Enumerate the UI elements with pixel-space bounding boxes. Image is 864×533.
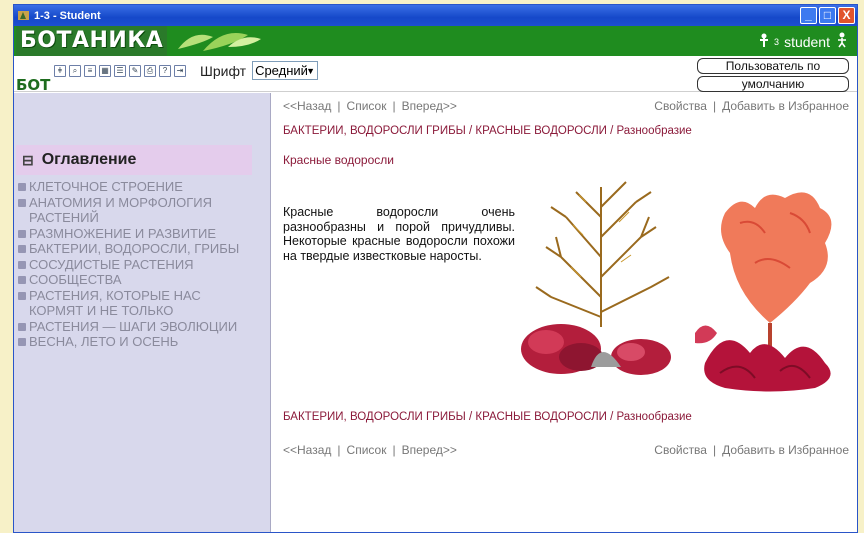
window-title: 1-3 - Student [34,9,101,22]
main-content: <<Назад | Список | Вперед>> Свойства | Добавит… [271,93,857,532]
toc-item[interactable]: СОСУДИСТЫЕ РАСТЕНИЯ [18,257,248,273]
list-link[interactable]: Список [347,443,387,457]
toc-item[interactable]: РАСТЕНИЯ — ШАГИ ЭВОЛЮЦИИ [18,319,248,335]
user-superscript: 3 [774,36,780,47]
toc-item[interactable]: АНАТОМИЯ И МОРФОЛОГИЯ РАСТЕНИЙ [18,195,248,226]
minimize-button[interactable]: _ [800,7,817,24]
breadcrumb-bottom[interactable]: БАКТЕРИИ, ВОДОРОСЛИ ГРИБЫ / КРАСНЫЕ ВОДО… [283,411,849,423]
toc-header[interactable]: ⊟ Оглавление [16,145,252,175]
description-text: Красные водоросли очень разнообразны и п… [283,205,515,263]
toc-list: КЛЕТОЧНОЕ СТРОЕНИЕ АНАТОМИЯ И МОРФОЛОГИЯ… [14,179,270,350]
properties-link[interactable]: Свойства [654,99,707,113]
red-alga-image [695,192,832,392]
toc-item[interactable]: РАЗМНОЖЕНИЕ И РАЗВИТИЕ [18,226,248,242]
toc-item-label: АНАТОМИЯ И МОРФОЛОГИЯ РАСТЕНИЙ [29,194,213,226]
maximize-button[interactable]: □ [819,7,836,24]
list-link[interactable]: Список [347,99,387,113]
font-size-value: Средний [255,63,308,78]
content-row: Красные водоросли очень разнообразны и п… [283,181,849,397]
print-icon[interactable]: ⎙ [144,64,156,77]
toc-item-label: СООБЩЕСТВА [29,272,122,287]
user-figure-icon [759,33,769,50]
book-icon [18,276,26,284]
toc-item-label: КЛЕТОЧНОЕ СТРОЕНИЕ [29,179,183,194]
app-banner: БОТАНИКА 3 student [14,26,857,56]
nav-separator: | [712,99,717,113]
toc-item-label: СОСУДИСТЫЕ РАСТЕНИЯ [29,256,194,272]
nav-separator: | [337,99,341,113]
user-profile-line1[interactable]: Пользователь по [697,58,849,74]
toc-item[interactable]: ВЕСНА, ЛЕТО И ОСЕНЬ [18,334,248,350]
user-profile-line2[interactable]: умолчанию [697,76,849,92]
app-window: 1-3 - Student _ □ X БОТАНИКА 3 student Б… [13,4,858,533]
brand-fragment: БОТ [16,76,51,92]
book-icon [18,245,26,253]
nav-separator: | [392,99,396,113]
toolbar-icons: ǂ ⌕ ≡ ▦ ☰ ✎ ⎙ ? ⇥ [54,64,186,77]
toc-item[interactable]: РАСТЕНИЯ, КОТОРЫЕ НАС КОРМЯТ И НЕ ТОЛЬКО [18,288,248,319]
chevron-down-icon: ▼ [306,66,316,76]
book-icon [18,183,26,191]
toc-item-label: РАСТЕНИЯ, КОТОРЫЕ НАС КОРМЯТ И НЕ ТОЛЬКО [29,287,201,319]
brand-logo: БОТАНИКА [16,26,168,56]
nav-separator: | [712,443,717,457]
table-icon[interactable]: ▦ [99,64,111,77]
exit-icon[interactable]: ⇥ [174,64,186,77]
book-icon [18,322,26,331]
glossary-icon[interactable]: ☰ [114,64,126,77]
help-icon[interactable]: ? [159,64,171,77]
page-subtitle: Красные водоросли [283,153,394,167]
user-profile-box[interactable]: Пользователь по умолчанию [697,58,849,92]
add-favorites-link[interactable]: Добавить в Избранное [722,443,849,457]
leaves-decoration-icon [173,25,263,58]
forward-link[interactable]: Вперед>> [402,443,457,457]
search-icon[interactable]: ⌕ [69,64,81,77]
toolbar: БОТ ǂ ⌕ ≡ ▦ ☰ ✎ ⎙ ? ⇥ Шрифт Средний ▼ По… [14,56,857,92]
notes-icon[interactable]: ✎ [129,64,141,77]
banner-user: 3 student [759,32,849,51]
nav-separator: | [392,443,396,457]
book-icon [18,291,26,300]
toc-item-label: РАСТЕНИЯ — ШАГИ ЭВОЛЮЦИИ [29,318,238,334]
nav-row-bottom: <<Назад | Список | Вперед>> Свойства | Добавит… [283,443,849,457]
toc-item-label: РАЗМНОЖЕНИЕ И РАЗВИТИЕ [29,225,217,241]
nav-row-top: <<Назад | Список | Вперед>> Свойства | Добавит… [283,99,849,113]
brown-alga-image [521,181,671,375]
toc-title: Оглавление [41,151,137,168]
body-area: ⊟ Оглавление КЛЕТОЧНОЕ СТРОЕНИЕ АНАТОМИЯ… [14,93,857,532]
book-icon [18,338,26,346]
book-icon [18,198,26,207]
user-name: student [784,33,830,50]
toc-item[interactable]: СООБЩЕСТВА [18,272,248,288]
hierarchy-icon[interactable]: ǂ [54,64,66,77]
breadcrumb[interactable]: БАКТЕРИИ, ВОДОРОСЛИ ГРИБЫ / КРАСНЫЕ ВОДО… [283,125,849,137]
forward-link[interactable]: Вперед>> [402,99,457,113]
back-link[interactable]: <<Назад [283,443,331,457]
book-icon [18,229,26,238]
nav-links-left: <<Назад | Список | Вперед>> [283,99,457,113]
close-button[interactable]: X [838,7,855,24]
sidebar: ⊟ Оглавление КЛЕТОЧНОЕ СТРОЕНИЕ АНАТОМИЯ… [14,93,271,532]
nav-links-left: <<Назад | Список | Вперед>> [283,443,457,457]
nav-separator: | [337,443,341,457]
font-size-select[interactable]: Средний ▼ [252,61,319,80]
font-label: Шрифт [200,62,247,79]
back-link[interactable]: <<Назад [283,99,331,113]
title-bar[interactable]: 1-3 - Student _ □ X [14,5,857,26]
nav-links-right: Свойства | Добавить в Избранное [654,99,849,113]
book-icon [18,260,26,269]
toc-item[interactable]: КЛЕТОЧНОЕ СТРОЕНИЕ [18,179,248,195]
logout-icon[interactable] [835,32,849,51]
nav-links-right: Свойства | Добавить в Избранное [654,443,849,457]
properties-link[interactable]: Свойства [654,443,707,457]
toc-item[interactable]: БАКТЕРИИ, ВОДОРОСЛИ, ГРИБЫ [18,241,248,257]
add-favorites-link[interactable]: Добавить в Избранное [722,99,849,113]
toc-item-label: ВЕСНА, ЛЕТО И ОСЕНЬ [29,334,179,349]
index-icon[interactable]: ≡ [84,64,96,77]
app-icon [17,9,30,22]
tree-icon: ⊟ [22,151,34,168]
toc-item-label: БАКТЕРИИ, ВОДОРОСЛИ, ГРИБЫ [29,241,240,256]
